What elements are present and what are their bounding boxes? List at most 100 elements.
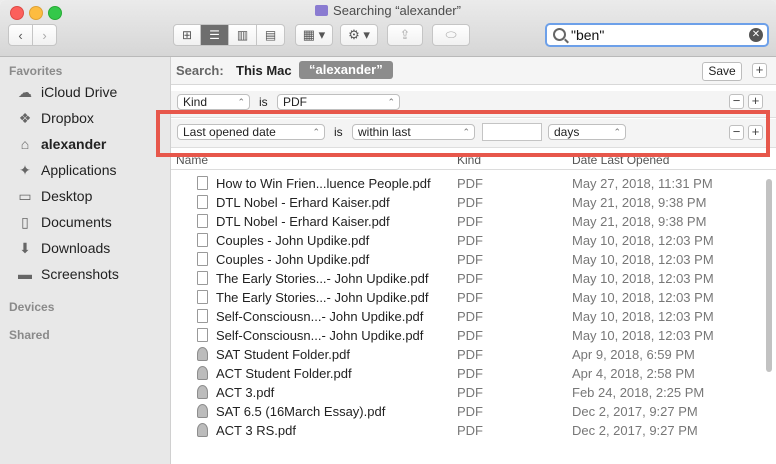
arrange-button[interactable]: ▦ ▾ — [295, 24, 333, 46]
column-header: Name Kind Date Last Opened — [171, 152, 776, 170]
sidebar-item-label: iCloud Drive — [41, 84, 118, 100]
remove-criterion-button[interactable]: − — [729, 94, 744, 109]
arrange-icon: ▦ ▾ — [302, 27, 326, 42]
table-row[interactable]: SAT 6.5 (16March Essay).pdf PDF Dec 2, 201… — [171, 402, 761, 421]
clear-search-icon[interactable]: ✕ — [749, 28, 763, 42]
save-search-button[interactable]: Save — [702, 62, 742, 81]
scrollbar[interactable] — [766, 179, 772, 372]
action-button[interactable]: ⚙ ▾ — [340, 24, 378, 46]
sidebar-item-applications[interactable]: ✦ Applications — [0, 158, 170, 182]
criteria-value-popup[interactable]: within last — [352, 124, 475, 140]
column-date-last-opened[interactable]: Date Last Opened — [572, 153, 669, 167]
file-date: May 10, 2018, 12:03 PM — [572, 290, 714, 305]
add-criterion-button[interactable]: + — [748, 125, 763, 140]
remove-criterion-button[interactable]: − — [729, 125, 744, 140]
share-button[interactable]: ⇪ — [387, 24, 423, 46]
table-row[interactable]: DTL Nobel - Erhard Kaiser.pdf PDF May 21, … — [171, 193, 761, 212]
file-name: Self-Consciousn...- John Updike.pdf — [216, 328, 424, 343]
file-list: How to Win Frien...luence People.pdf PDF M… — [171, 174, 761, 440]
file-kind: PDF — [457, 252, 483, 267]
pdf-alias-icon — [197, 347, 208, 361]
sidebar-item-documents[interactable]: ▯ Documents — [0, 210, 170, 234]
add-criterion-button[interactable]: + — [748, 94, 763, 109]
unit-popup[interactable]: days — [548, 124, 626, 140]
criteria-row-last-opened: Last opened date is within last days − + — [171, 119, 776, 148]
days-number-input[interactable] — [482, 123, 542, 141]
criteria-attribute-popup[interactable]: Kind — [177, 94, 250, 110]
back-button[interactable]: ‹ — [8, 24, 33, 46]
file-name: ACT 3.pdf — [216, 385, 275, 400]
add-criterion-top-button[interactable]: + — [752, 63, 767, 78]
search-icon — [553, 28, 566, 41]
sidebar: Favorites ☁ iCloud Drive ❖ Dropbox ⌂ alexan… — [0, 57, 171, 464]
pdf-file-icon — [197, 195, 208, 209]
column-view-button[interactable]: ▥ — [229, 24, 257, 46]
file-kind: PDF — [457, 233, 483, 248]
sidebar-item-screenshots[interactable]: ▬ Screenshots — [0, 262, 170, 286]
table-row[interactable]: Couples - John Updike.pdf PDF May 10, 2018… — [171, 231, 761, 250]
pdf-file-icon — [197, 271, 208, 285]
file-name: SAT Student Folder.pdf — [216, 347, 350, 362]
table-row[interactable]: The Early Stories...- John Updike.pdf PDF… — [171, 269, 761, 288]
file-date: May 21, 2018, 9:38 PM — [572, 214, 707, 229]
pdf-alias-icon — [197, 423, 208, 437]
criteria-attribute-popup[interactable]: Last opened date — [177, 124, 325, 140]
scope-current-folder[interactable]: “alexander” — [299, 61, 393, 79]
gear-icon: ⚙ ▾ — [348, 27, 370, 42]
sidebar-item-desktop[interactable]: ▭ Desktop — [0, 184, 170, 208]
table-row[interactable]: ACT 3 RS.pdf PDF Dec 2, 2017, 9:27 PM — [171, 421, 761, 440]
file-name: Couples - John Updike.pdf — [216, 233, 370, 248]
sidebar-item-label: alexander — [41, 136, 107, 152]
scope-label: Search: — [176, 63, 224, 78]
list-view-button[interactable]: ☰ — [201, 24, 229, 46]
window-title: Searching “alexander” — [0, 3, 776, 18]
sidebar-item-dropbox[interactable]: ❖ Dropbox — [0, 106, 170, 130]
search-input[interactable]: "ben" — [571, 27, 604, 43]
table-row[interactable]: ACT 3.pdf PDF Feb 24, 2018, 2:25 PM — [171, 383, 761, 402]
forward-button[interactable]: › — [32, 24, 57, 46]
sidebar-item-label: Screenshots — [41, 266, 119, 282]
cover-flow-button[interactable]: ▤ — [257, 24, 285, 46]
table-row[interactable]: ACT Student Folder.pdf PDF Apr 4, 2018, 2:… — [171, 364, 761, 383]
sidebar-item-downloads[interactable]: ⬇ Downloads — [0, 236, 170, 260]
table-row[interactable]: SAT Student Folder.pdf PDF Apr 9, 2018, 6:… — [171, 345, 761, 364]
pdf-file-icon — [197, 214, 208, 228]
dropbox-icon: ❖ — [18, 109, 32, 126]
tags-button[interactable]: ⬭ — [432, 24, 470, 46]
file-kind: PDF — [457, 195, 483, 210]
file-kind: PDF — [457, 385, 483, 400]
file-name: How to Win Frien...luence People.pdf — [216, 176, 431, 191]
table-row[interactable]: Self-Consciousn...- John Updike.pdf PDF Ma… — [171, 326, 761, 345]
window-title-text: Searching “alexander” — [333, 3, 461, 18]
file-name: ACT 3 RS.pdf — [216, 423, 296, 438]
criteria-value-popup[interactable]: PDF — [277, 94, 400, 110]
table-row[interactable]: DTL Nobel - Erhard Kaiser.pdf PDF May 21, … — [171, 212, 761, 231]
file-kind: PDF — [457, 290, 483, 305]
column-kind[interactable]: Kind — [457, 153, 481, 167]
folder-icon: ▬ — [18, 266, 32, 282]
table-row[interactable]: Couples - John Updike.pdf PDF May 10, 2018… — [171, 250, 761, 269]
grid-icon: ⊞ — [181, 28, 193, 42]
file-name: SAT 6.5 (16March Essay).pdf — [216, 404, 386, 419]
sidebar-item-alexander[interactable]: ⌂ alexander — [0, 132, 170, 156]
sidebar-item-icloud-drive[interactable]: ☁ iCloud Drive — [0, 80, 170, 104]
criteria-row-kind: Kind is PDF − + — [171, 91, 776, 118]
icon-view-button[interactable]: ⊞ — [173, 24, 201, 46]
share-icon: ⇪ — [399, 27, 411, 42]
home-icon: ⌂ — [20, 136, 30, 152]
search-field[interactable]: "ben" ✕ — [545, 23, 769, 47]
table-row[interactable]: Self-Consciousn...- John Updike.pdf PDF Ma… — [171, 307, 761, 326]
scope-this-mac[interactable]: This Mac — [236, 63, 292, 78]
pdf-alias-icon — [197, 366, 208, 380]
columns-icon: ▥ — [236, 28, 249, 42]
file-name: The Early Stories...- John Updike.pdf — [216, 271, 429, 286]
devices-heading: Devices — [9, 300, 55, 314]
file-kind: PDF — [457, 366, 483, 381]
table-row[interactable]: The Early Stories...- John Updike.pdf PDF… — [171, 288, 761, 307]
table-row[interactable]: How to Win Frien...luence People.pdf PDF M… — [171, 174, 761, 193]
smart-folder-icon — [315, 5, 329, 16]
favorites-heading: Favorites — [9, 64, 63, 78]
file-date: May 10, 2018, 12:03 PM — [572, 271, 714, 286]
applications-icon: ✦ — [19, 161, 31, 178]
column-name[interactable]: Name — [176, 153, 208, 167]
